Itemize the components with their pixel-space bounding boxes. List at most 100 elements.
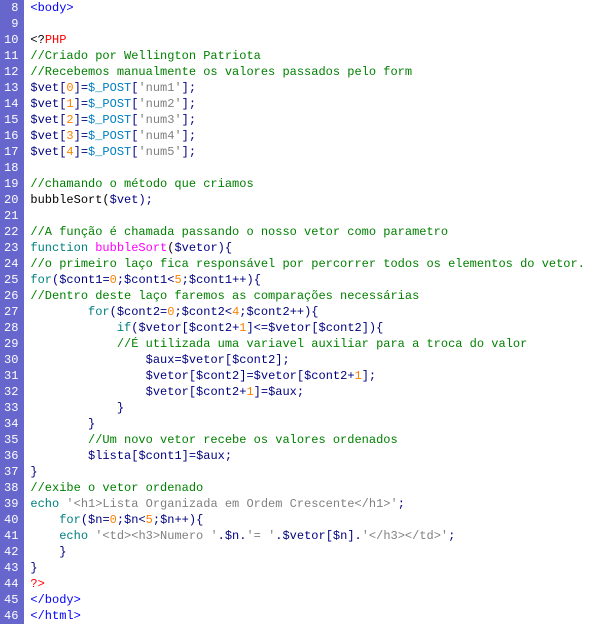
token: ; <box>117 273 124 287</box>
line-number: 31 <box>4 368 18 384</box>
line-number: 46 <box>4 608 18 624</box>
code-line: bubbleSort($vet); <box>30 192 599 208</box>
token: ; <box>448 529 455 543</box>
token <box>30 321 116 335</box>
token: 5 <box>146 513 153 527</box>
token: 2 <box>66 113 73 127</box>
token: </body> <box>30 593 80 607</box>
token: $_POST <box>88 113 131 127</box>
line-number: 21 <box>4 208 18 224</box>
line-number: 41 <box>4 528 18 544</box>
line-number: 12 <box>4 64 18 80</box>
token: <body> <box>30 1 73 15</box>
token: PHP <box>45 33 67 47</box>
token: ]= <box>74 97 88 111</box>
token: } <box>117 401 124 415</box>
code-line: //chamando o método que criamos <box>30 176 599 192</box>
line-number: 43 <box>4 560 18 576</box>
token <box>30 433 88 447</box>
token: ]= <box>182 449 196 463</box>
token: [ <box>311 321 318 335</box>
line-number: 22 <box>4 224 18 240</box>
token: ); <box>138 193 152 207</box>
line-number: 32 <box>4 384 18 400</box>
token: ; <box>153 513 160 527</box>
token: ]= <box>74 113 88 127</box>
token: $cont2 <box>196 385 239 399</box>
token: ++){ <box>174 513 203 527</box>
token: $_POST <box>88 129 131 143</box>
token: } <box>30 465 37 479</box>
line-number: 13 <box>4 80 18 96</box>
token: //exibe o vetor ordenado <box>30 481 203 495</box>
token: [ <box>326 529 333 543</box>
token: $lista <box>88 449 131 463</box>
token: ++){ <box>290 305 319 319</box>
token: ]. <box>347 529 361 543</box>
code-line: </html> <box>30 608 599 624</box>
token: $cont2 <box>319 321 362 335</box>
token: 'num3' <box>138 113 181 127</box>
line-number: 35 <box>4 432 18 448</box>
code-line: $lista[$cont1]=$aux; <box>30 448 599 464</box>
token: //Recebemos manualmente os valores passa… <box>30 65 412 79</box>
token: $cont2 <box>196 369 239 383</box>
token <box>30 385 145 399</box>
code-line: $vet[3]=$_POST['num4']; <box>30 128 599 144</box>
token: [ <box>297 369 304 383</box>
token: ]= <box>254 385 268 399</box>
token: [ <box>189 385 196 399</box>
token: ]; <box>182 129 196 143</box>
code-area[interactable]: <body> <?PHP//Criado por Wellington Patr… <box>24 0 599 624</box>
line-number: 10 <box>4 32 18 48</box>
token: $aux <box>196 449 225 463</box>
code-line: $vetor[$cont2+1]=$aux; <box>30 384 599 400</box>
line-number: 15 <box>4 112 18 128</box>
line-number: 9 <box>4 16 18 32</box>
token: $n <box>333 529 347 543</box>
token: < <box>138 513 145 527</box>
token: $vet <box>30 145 59 159</box>
line-number: 11 <box>4 48 18 64</box>
token: $vet <box>30 113 59 127</box>
token: 5 <box>174 273 181 287</box>
token: . <box>218 529 225 543</box>
token: bubbleSort <box>95 241 167 255</box>
token: ; <box>398 497 405 511</box>
token <box>30 529 59 543</box>
code-line: //A função é chamada passando o nosso ve… <box>30 224 599 240</box>
token: 'num5' <box>138 145 181 159</box>
line-number: 44 <box>4 576 18 592</box>
code-line: $vetor[$cont2]=$vetor[$cont2+1]; <box>30 368 599 384</box>
token: $cont2 <box>246 305 289 319</box>
token: $n <box>88 513 102 527</box>
code-line: for($n=0;$n<5;$n++){ <box>30 512 599 528</box>
code-line: } <box>30 464 599 480</box>
token: $_POST <box>88 81 131 95</box>
line-number: 38 <box>4 480 18 496</box>
token: } <box>30 561 37 575</box>
code-line: $vet[4]=$_POST['num5']; <box>30 144 599 160</box>
token: //Um novo vetor recebe os valores ordena… <box>88 433 398 447</box>
token: 'num2' <box>138 97 181 111</box>
token: $cont2 <box>189 321 232 335</box>
token: $vet <box>30 97 59 111</box>
token: $n <box>124 513 138 527</box>
token: if <box>117 321 131 335</box>
line-number: 30 <box>4 352 18 368</box>
token: //o primeiro laço fica responsável por p… <box>30 257 585 271</box>
line-number: 37 <box>4 464 18 480</box>
token: $vetor <box>268 321 311 335</box>
token <box>30 305 88 319</box>
code-line: //Criado por Wellington Patriota <box>30 48 599 64</box>
token: ( <box>81 513 88 527</box>
token: ]= <box>74 81 88 95</box>
token: function <box>30 241 88 255</box>
code-line: } <box>30 416 599 432</box>
token: 0 <box>110 273 117 287</box>
code-line: echo '<h1>Lista Organizada em Ordem Cres… <box>30 496 599 512</box>
code-line <box>30 208 599 224</box>
token: $vetor <box>146 385 189 399</box>
token: } <box>88 417 95 431</box>
token: $cont1 <box>124 273 167 287</box>
